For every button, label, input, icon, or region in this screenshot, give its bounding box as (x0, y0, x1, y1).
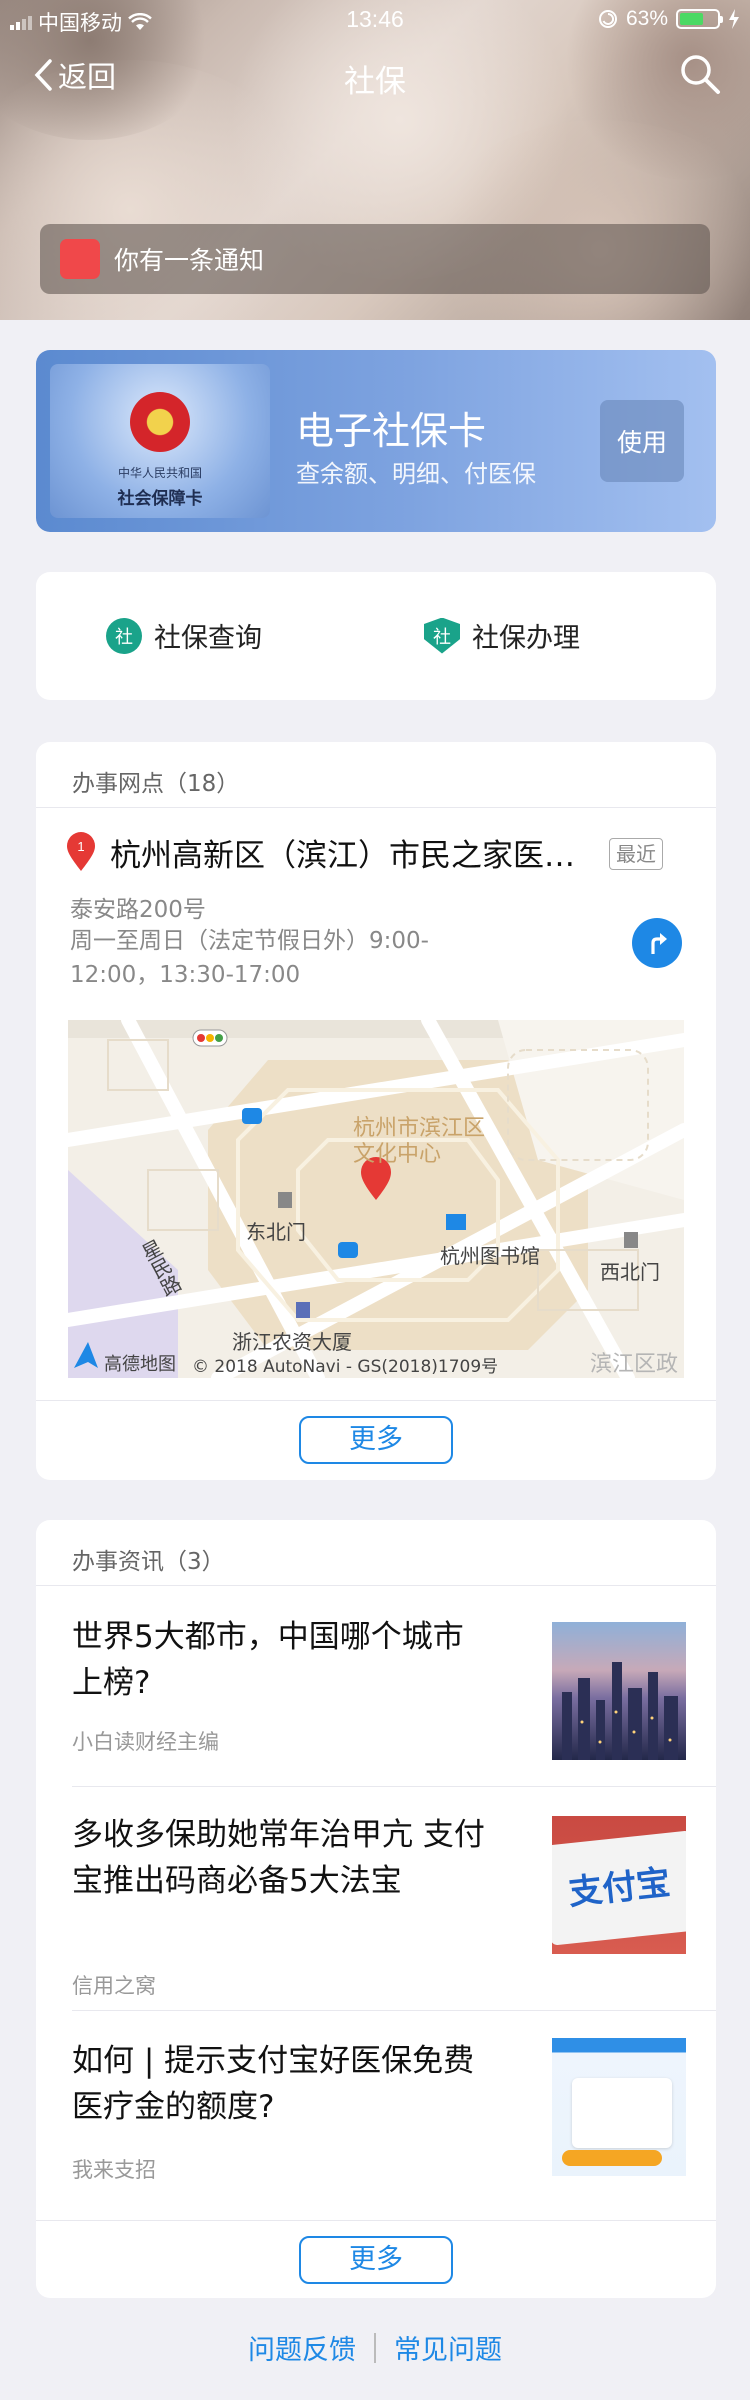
nearest-badge: 最近 (609, 838, 663, 870)
divider (36, 2220, 716, 2221)
national-emblem-icon (130, 392, 190, 452)
map-label-library: 杭州图书馆 (440, 1244, 540, 1268)
news-title: 多收多保助她常年治甲亢 支付宝推出码商必备5大法宝 (72, 1817, 485, 1899)
back-chevron-icon (34, 59, 52, 91)
news-item[interactable]: 如何 | 提示支付宝好医保免费医疗金的额度? 我来支招 (36, 2010, 716, 2220)
back-label: 返回 (58, 60, 117, 94)
news-title: 世界5大都市，中国哪个城市上榜? (72, 1619, 464, 1701)
office-hours: 周一至周日（法定节假日外）9:00-12:00，13:30-17:00 (70, 928, 429, 988)
news-source: 信用之窝 (72, 1974, 156, 1998)
news-thumbnail (552, 1622, 686, 1760)
faq-link[interactable]: 常见问题 (394, 2328, 502, 2367)
battery-icon (676, 9, 723, 29)
pin-number: 1 (77, 839, 84, 854)
map-brand: 高德地图 (104, 1354, 176, 1375)
news-title: 如何 | 提示支付宝好医保免费医疗金的额度? (72, 2043, 475, 2125)
news-item[interactable]: 多收多保助她常年治甲亢 支付宝推出码商必备5大法宝 信用之窝 支付宝 (36, 1786, 716, 2010)
map-label-west-gate: 西北门 (600, 1260, 660, 1284)
map-label-east-gate: 东北门 (246, 1220, 306, 1244)
navigation-bar: 返回 社保 (0, 46, 750, 106)
social-security-shield-icon: 社 (424, 617, 460, 654)
location-lock-icon (598, 10, 617, 28)
offices-header: 办事网点（18） (36, 742, 716, 808)
office-address: 泰安路200号 (70, 897, 206, 923)
use-button[interactable]: 使用 (600, 400, 684, 482)
office-map[interactable]: 杭州市滨江区文化中心 星民路 东北门 杭州图书馆 西北门 浙江农资大厦 滨江区政… (68, 1020, 684, 1378)
offices-card: 办事网点（18） 1 杭州高新区（滨江）市民之家医… 最近 泰安路200号 周一… (36, 742, 716, 1480)
news-item[interactable]: 世界5大都市，中国哪个城市上榜? 小白读财经主编 (36, 1586, 716, 1786)
map-credit: © 2018 AutoNavi - GS(2018)1709号 (192, 1357, 499, 1377)
news-header: 办事资讯（3） (36, 1520, 716, 1586)
offices-more-button[interactable]: 更多 (299, 1416, 453, 1464)
news-more-button[interactable]: 更多 (299, 2236, 453, 2284)
status-bar: 中国移动 13:46 63% (0, 0, 750, 40)
service-handle-button[interactable]: 社 社保办理 (424, 616, 580, 655)
hero-banner: 中国移动 13:46 63% 返回 社保 你有一条通知 (0, 0, 750, 320)
services-card: 社 社保查询 社 社保办理 (36, 572, 716, 700)
social-card-thumbnail: 中华人民共和国 社会保障卡 (50, 364, 270, 518)
navigate-button[interactable] (632, 918, 682, 968)
e-social-security-card[interactable]: 中华人民共和国 社会保障卡 电子社保卡 查余额、明细、付医保 使用 (36, 350, 716, 532)
feedback-link[interactable]: 问题反馈 (248, 2328, 356, 2367)
map-label-building: 浙江农资大厦 (232, 1330, 352, 1354)
office-name[interactable]: 杭州高新区（滨江）市民之家医… (110, 830, 575, 875)
service-handle-label: 社保办理 (472, 623, 580, 654)
service-query-label: 社保查询 (154, 623, 262, 654)
back-button[interactable]: 返回 (32, 54, 116, 96)
charging-icon (729, 9, 739, 29)
search-icon (681, 55, 720, 94)
card-issuer: 中华人民共和国 (117, 466, 202, 480)
ecard-title: 电子社保卡 (296, 409, 487, 453)
map-label-center: 杭州市滨江区文化中心 (353, 1116, 486, 1167)
news-card: 办事资讯（3） 世界5大都市，中国哪个城市上榜? 小白读财经主编 多收多保助她常… (36, 1520, 716, 2298)
link-separator (374, 2332, 376, 2363)
news-source: 我来支招 (72, 2158, 156, 2182)
search-button[interactable] (678, 52, 722, 100)
map-label-district: 滨江区政 (590, 1352, 679, 1377)
notification-dot-icon (60, 239, 100, 279)
card-name: 社会保障卡 (117, 489, 203, 509)
ecard-subtitle: 查余额、明细、付医保 (296, 460, 536, 488)
service-query-button[interactable]: 社 社保查询 (106, 616, 262, 655)
footer-links: 问题反馈 常见问题 (0, 2328, 750, 2367)
news-thumbnail (552, 2038, 686, 2176)
navigate-icon (651, 933, 667, 954)
notification-text: 你有一条通知 (114, 246, 265, 275)
divider (36, 1400, 716, 1401)
notification-bar[interactable]: 你有一条通知 (40, 224, 710, 294)
map-pin-icon: 1 (67, 832, 95, 871)
news-source: 小白读财经主编 (72, 1730, 219, 1754)
social-security-icon: 社 (106, 617, 142, 654)
news-thumbnail: 支付宝 (552, 1816, 686, 1954)
battery-percent: 63% (625, 7, 668, 30)
